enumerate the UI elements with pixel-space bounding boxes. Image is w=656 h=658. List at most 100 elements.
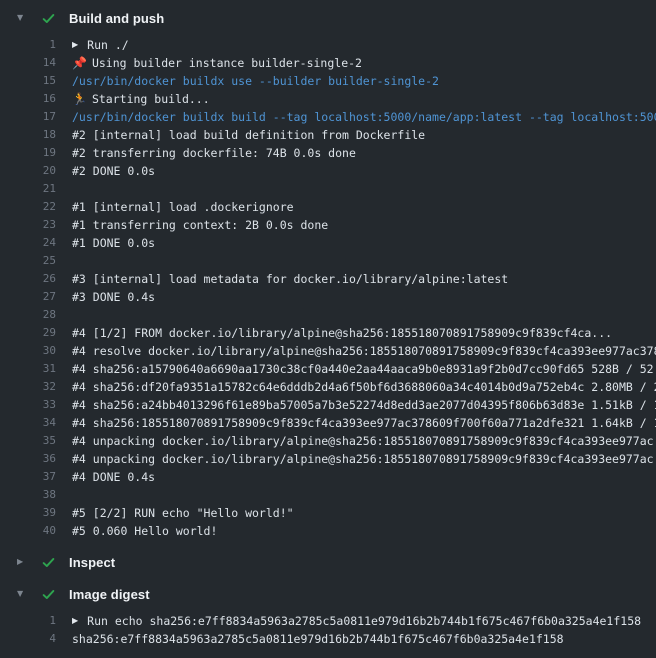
log-text: Run ./ [87, 36, 129, 54]
section-title: Image digest [69, 587, 150, 602]
log-line: 34 #4 sha256:185518070891758909c9f839cf4… [0, 414, 656, 432]
line-body: #1 transferring context: 2B 0.0s done [72, 216, 328, 234]
log-line: 38 [0, 486, 656, 504]
line-number[interactable]: 37 [0, 468, 56, 486]
line-number[interactable]: 19 [0, 144, 56, 162]
section-header[interactable]: ▶ Inspect [0, 546, 656, 578]
line-number[interactable]: 1 [0, 36, 56, 54]
line-number[interactable]: 31 [0, 360, 56, 378]
line-body: #4 resolve docker.io/library/alpine@sha2… [72, 342, 656, 360]
chevron-down-icon[interactable]: ▼ [17, 2, 30, 34]
line-body: #5 0.060 Hello world! [72, 522, 217, 540]
log-text: #5 0.060 Hello world! [72, 522, 217, 540]
line-body: #2 DONE 0.0s [72, 162, 155, 180]
log-line: 25 [0, 252, 656, 270]
chevron-right-icon[interactable]: ▶ [17, 546, 30, 578]
log-line: 20 #2 DONE 0.0s [0, 162, 656, 180]
line-number[interactable]: 39 [0, 504, 56, 522]
line-body: /usr/bin/docker buildx build --tag local… [72, 108, 656, 126]
line-body: #1 DONE 0.0s [72, 234, 155, 252]
section-lines: 1 ▶Run ./ 14 📌Using builder instance bui… [0, 34, 656, 546]
line-body: ▶ Run echo sha256:e7ff8834a5963a2785c5a08… [72, 612, 641, 630]
line-number[interactable]: 17 [0, 108, 56, 126]
log-text: #4 DONE 0.4s [72, 468, 155, 486]
line-number[interactable]: 25 [0, 252, 56, 270]
log-text: #4 [1/2] FROM docker.io/library/alpine@s… [72, 324, 612, 342]
expand-toggle-icon[interactable]: ▶ [72, 36, 78, 54]
log-text: Using builder instance builder-single-2 [92, 54, 362, 72]
log-text: /usr/bin/docker buildx use --builder bui… [72, 72, 439, 90]
log-text: #3 [internal] load metadata for docker.i… [72, 270, 508, 288]
expand-toggle-icon[interactable]: ▶ [72, 612, 78, 630]
section-title: Build and push [69, 11, 164, 26]
line-number[interactable]: 38 [0, 486, 56, 504]
log-line: 1 ▶ Run ./ [0, 36, 656, 54]
line-number[interactable]: 1 [0, 612, 56, 630]
line-number[interactable]: 26 [0, 270, 56, 288]
log-text: #2 DONE 0.0s [72, 162, 155, 180]
log-text: #4 unpacking docker.io/library/alpine@sh… [72, 450, 654, 468]
log-line: 24 #1 DONE 0.0s [0, 234, 656, 252]
log-line: 33 #4 sha256:a24bb4013296f61e89ba57005a7… [0, 396, 656, 414]
line-number[interactable]: 22 [0, 198, 56, 216]
log-section-image-digest: ▼ Image digest 1 ▶ Run echo sha256:e7ff88… [0, 578, 656, 654]
line-number[interactable]: 14 [0, 54, 56, 72]
log-line: 30 #4 resolve docker.io/library/alpine@s… [0, 342, 656, 360]
line-number[interactable]: 24 [0, 234, 56, 252]
log-text: #4 sha256:a15790640a6690aa1730c38cf0a440… [72, 360, 654, 378]
log-text: Run echo sha256:e7ff8834a5963a2785c5a081… [87, 612, 641, 630]
line-body: sha256:e7ff8834a5963a2785c5a0811e979d16b… [72, 630, 564, 648]
chevron-down-icon[interactable]: ▼ [17, 578, 30, 610]
line-number[interactable]: 23 [0, 216, 56, 234]
log-line: 17 /usr/bin/docker buildx build --tag lo… [0, 108, 656, 126]
log-line: 28 [0, 306, 656, 324]
line-number[interactable]: 16 [0, 90, 56, 108]
section-lines: 1 ▶ Run echo sha256:e7ff8834a5963a2785c5a… [0, 610, 656, 654]
line-number[interactable]: 20 [0, 162, 56, 180]
section-title: Inspect [69, 555, 115, 570]
runner-emoji: 🏃 [72, 90, 87, 108]
line-number[interactable]: 15 [0, 72, 56, 90]
log-text: #4 sha256:df20fa9351a15782c64e6dddb2d4a6… [72, 378, 656, 396]
line-body: #4 unpacking docker.io/library/alpine@sh… [72, 432, 654, 450]
line-body: #4 sha256:185518070891758909c9f839cf4ca3… [72, 414, 656, 432]
section-header[interactable]: ▼ Build and push [0, 2, 656, 34]
log-text: #5 [2/2] RUN echo "Hello world!" [72, 504, 294, 522]
line-number[interactable]: 30 [0, 342, 56, 360]
check-icon [41, 11, 56, 26]
log-line: 23 #1 transferring context: 2B 0.0s done [0, 216, 656, 234]
log-text: /usr/bin/docker buildx build --tag local… [72, 108, 656, 126]
log-text: #1 transferring context: 2B 0.0s done [72, 216, 328, 234]
line-number[interactable]: 21 [0, 180, 56, 198]
line-number[interactable]: 36 [0, 450, 56, 468]
line-number[interactable]: 34 [0, 414, 56, 432]
line-number[interactable]: 27 [0, 288, 56, 306]
log-text: #4 resolve docker.io/library/alpine@sha2… [72, 342, 656, 360]
line-number[interactable]: 33 [0, 396, 56, 414]
line-body: #2 transferring dockerfile: 74B 0.0s don… [72, 144, 356, 162]
line-number[interactable]: 29 [0, 324, 56, 342]
line-number[interactable]: 40 [0, 522, 56, 540]
check-icon [41, 555, 56, 570]
line-body: #4 [1/2] FROM docker.io/library/alpine@s… [72, 324, 612, 342]
log-line: 1 ▶ Run echo sha256:e7ff8834a5963a2785c5a… [0, 612, 656, 630]
line-number[interactable]: 35 [0, 432, 56, 450]
log-text: Starting build... [92, 90, 210, 108]
line-number[interactable]: 32 [0, 378, 56, 396]
line-number[interactable]: 28 [0, 306, 56, 324]
line-body: #5 [2/2] RUN echo "Hello world!" [72, 504, 294, 522]
log-line: 37 #4 DONE 0.4s [0, 468, 656, 486]
line-number[interactable]: 4 [0, 630, 56, 648]
line-number[interactable]: 18 [0, 126, 56, 144]
log-text: #1 DONE 0.0s [72, 234, 155, 252]
log-line: 27 #3 DONE 0.4s [0, 288, 656, 306]
line-body: #4 sha256:a24bb4013296f61e89ba57005a7b3e… [72, 396, 656, 414]
line-body: /usr/bin/docker buildx use --builder bui… [72, 72, 439, 90]
log-line: 18 #2 [internal] load build definition f… [0, 126, 656, 144]
log-line: 36 #4 unpacking docker.io/library/alpine… [0, 450, 656, 468]
line-body: #4 sha256:df20fa9351a15782c64e6dddb2d4a6… [72, 378, 656, 396]
check-icon [41, 587, 56, 602]
section-header[interactable]: ▼ Image digest [0, 578, 656, 610]
log-line: 29 #4 [1/2] FROM docker.io/library/alpin… [0, 324, 656, 342]
log-line: 21 [0, 180, 656, 198]
